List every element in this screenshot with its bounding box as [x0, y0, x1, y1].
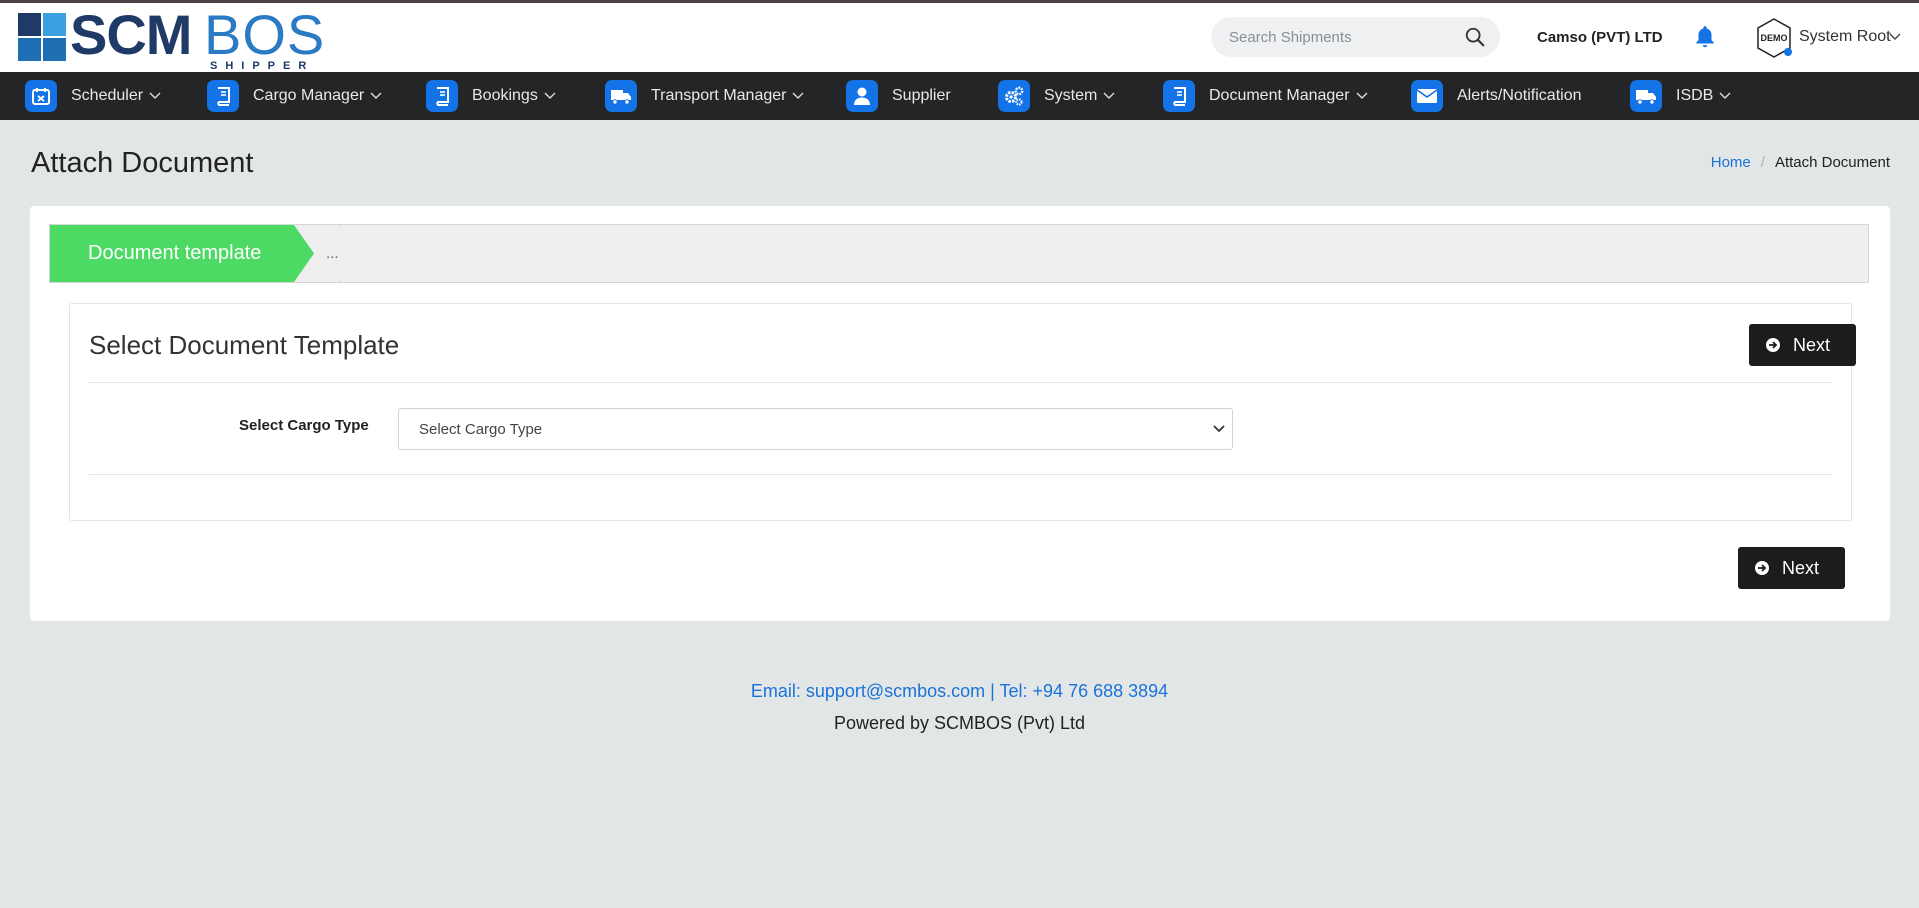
book-icon — [1163, 80, 1195, 112]
avatar[interactable]: DEMO — [1754, 17, 1794, 59]
nav-item-scheduler[interactable]: Scheduler — [25, 72, 161, 120]
logo-text-primary: SCM — [70, 3, 192, 66]
next-button-bottom[interactable]: Next — [1738, 547, 1845, 589]
logo[interactable]: SCM BOS SHIPPER — [18, 3, 328, 72]
chevron-down-icon — [544, 92, 556, 99]
footer-contact[interactable]: Email: support@scmbos.com | Tel: +94 76 … — [0, 681, 1919, 702]
wizard-step-next[interactable]: ... — [326, 225, 339, 282]
nav-item-transport-manager[interactable]: Transport Manager — [605, 72, 804, 120]
footer-powered-by: Powered by SCMBOS (Pvt) Ltd — [833, 713, 1086, 733]
nav-label: Supplier — [892, 87, 951, 104]
nav-label: Transport Manager — [651, 87, 787, 104]
logo-mark — [18, 13, 66, 61]
truck-icon — [605, 80, 637, 112]
attach-document-card: Document template ... Select Document Te… — [30, 206, 1890, 621]
nav-label: Alerts/Notification — [1457, 87, 1582, 104]
cargo-type-selected: Select Cargo Type — [419, 421, 543, 438]
cargo-type-select[interactable]: Select Cargo Type — [398, 408, 1233, 450]
next-button-label: Next — [1793, 334, 1831, 355]
chevron-down-icon[interactable] — [1889, 33, 1901, 41]
company-name: Camso (PVT) LTD — [1537, 29, 1663, 46]
chevron-down-icon — [1719, 92, 1731, 99]
nav-item-supplier[interactable]: Supplier — [846, 72, 951, 120]
page-title: Attach Document — [31, 147, 254, 179]
nav-item-isdb[interactable]: ISDB — [1630, 72, 1731, 120]
search-box — [1211, 17, 1500, 57]
envelope-icon — [1411, 80, 1443, 112]
user-name[interactable]: System Root — [1799, 28, 1891, 46]
wizard-steps: Document template ... — [49, 224, 1869, 283]
avatar-text: DEMO — [1761, 33, 1788, 43]
user-icon — [846, 80, 878, 112]
calendar-icon — [25, 80, 57, 112]
chevron-down-icon — [149, 92, 161, 99]
nav-label: System — [1044, 87, 1098, 104]
panel-title: Select Document Template — [89, 330, 400, 360]
breadcrumb-current: Attach Document — [1774, 154, 1890, 171]
nav-item-alerts-notification[interactable]: Alerts/Notification — [1411, 72, 1582, 120]
book-icon — [207, 80, 239, 112]
logo-text-secondary: BOS — [204, 3, 326, 66]
chevron-down-icon — [370, 92, 382, 99]
nav-label: ISDB — [1676, 87, 1714, 104]
nav-label: Bookings — [472, 87, 538, 104]
next-button-top[interactable]: Next — [1749, 324, 1856, 366]
arrow-circle-right-icon — [1755, 561, 1769, 575]
breadcrumb: Home / Attach Document — [1711, 154, 1890, 171]
nav-item-document-manager[interactable]: Document Manager — [1163, 72, 1368, 120]
truck-icon — [1630, 80, 1662, 112]
nav-label: Cargo Manager — [253, 87, 365, 104]
breadcrumb-separator: / — [1760, 154, 1765, 171]
chevron-down-icon — [1356, 92, 1368, 99]
nav-label: Document Manager — [1209, 87, 1350, 104]
cargo-type-label: Select Cargo Type — [239, 417, 369, 434]
nav-item-bookings[interactable]: Bookings — [426, 72, 556, 120]
book-icon — [426, 80, 458, 112]
divider — [89, 474, 1833, 475]
logo-tagline: SHIPPER — [210, 60, 315, 72]
breadcrumb-home-link[interactable]: Home — [1711, 154, 1751, 171]
divider — [89, 382, 1833, 383]
main-nav: Scheduler Cargo Manager Bookings Transpo… — [0, 72, 1919, 120]
template-panel: Select Document Template Next Select Car… — [69, 303, 1856, 521]
wizard-step-document-template[interactable]: Document template — [50, 225, 293, 282]
nav-item-system[interactable]: System — [998, 72, 1115, 120]
chevron-down-icon — [792, 92, 804, 99]
bell-icon[interactable] — [1692, 24, 1718, 50]
header: SCM BOS SHIPPER Camso (PVT) LTD DEMO Sys… — [0, 3, 1919, 72]
nav-label: Scheduler — [71, 87, 144, 104]
chevron-down-icon — [1103, 92, 1115, 99]
chevron-down-icon — [1213, 425, 1225, 433]
gears-icon — [998, 80, 1030, 112]
nav-item-cargo-manager[interactable]: Cargo Manager — [207, 72, 382, 120]
next-button-label: Next — [1782, 557, 1820, 578]
search-input[interactable] — [1229, 17, 1459, 57]
search-icon[interactable] — [1464, 26, 1486, 48]
arrow-circle-right-icon — [1766, 338, 1780, 352]
